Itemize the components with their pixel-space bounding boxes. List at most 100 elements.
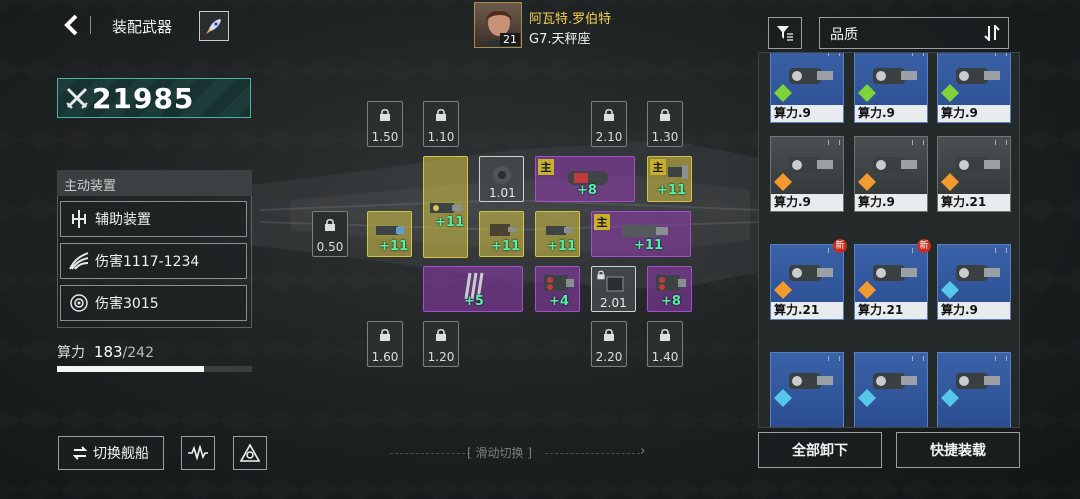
sort-dropdown[interactable]: 品质 <box>819 17 1009 49</box>
inventory-card[interactable]: 算力.9 <box>854 136 928 212</box>
claw-icon <box>67 249 91 273</box>
locked-slot[interactable]: 1.40 <box>647 321 683 367</box>
weapon-slot-yellow[interactable]: +11 <box>479 211 524 257</box>
weapon-slot-yellow-tall[interactable]: +11 <box>423 156 468 258</box>
locked-slot-cost: 2.20 <box>595 350 623 364</box>
weapon-slot-yellow[interactable]: 主 +11 <box>647 156 692 202</box>
bonus-label: +8 <box>577 183 597 198</box>
locked-slot[interactable]: 1.50 <box>367 101 403 147</box>
back-button[interactable] <box>58 12 84 38</box>
blaster-icon <box>546 226 572 235</box>
locked-slot[interactable]: 0.50 <box>312 211 348 257</box>
weapon-slot-purple-wide[interactable]: 主 +11 <box>591 211 691 257</box>
page-title: 装配武器 <box>112 18 173 36</box>
inventory-card[interactable] <box>937 352 1011 427</box>
stat-label: 伤害3015 <box>95 296 159 312</box>
padlock-icon <box>325 218 335 231</box>
gatling-icon <box>668 165 688 179</box>
stat-support-device[interactable]: 辅助装置 <box>60 201 247 237</box>
emblem-button[interactable] <box>233 436 267 470</box>
pilot-avatar[interactable]: 21 <box>474 2 522 48</box>
swipe-line-right <box>545 453 640 454</box>
bonus-label: +11 <box>379 239 408 254</box>
inventory-panel: 算力.9 算力.9 算力.9 算力.9 算力.9 算力.21 算力.21 新算力.21 新算力.… <box>758 52 1020 428</box>
bonus-label: +11 <box>547 239 576 254</box>
bonus-label: +11 <box>491 239 520 254</box>
inventory-card[interactable]: 算力.21 新 <box>770 239 847 320</box>
crossed-swords-icon <box>66 87 88 109</box>
main-tag: 主 <box>594 214 610 230</box>
locked-slot[interactable]: 1.30 <box>647 101 683 147</box>
rarity-gem-icon <box>774 173 792 191</box>
locked-slot[interactable]: 1.20 <box>423 321 459 367</box>
slot-cost: 2.01 <box>600 296 627 310</box>
swipe-line-left <box>390 453 470 454</box>
stat-damage-total[interactable]: 伤害3015 <box>60 285 247 321</box>
inventory-card[interactable]: 算力.21 新 <box>854 239 931 320</box>
weapon-slot-grey[interactable]: 2.01 <box>591 266 636 312</box>
filter-button[interactable] <box>768 17 802 49</box>
rarity-gem-icon <box>941 389 959 407</box>
stat-label: 伤害1117-1234 <box>95 254 200 270</box>
combat-power-value: 21985 <box>92 81 195 115</box>
locked-slot[interactable]: 2.20 <box>591 321 627 367</box>
weapon-slot-purple-wide[interactable]: +5 <box>423 266 523 312</box>
locked-slot[interactable]: 1.10 <box>423 101 459 147</box>
bonus-label: +5 <box>464 294 484 309</box>
padlock-icon <box>436 108 446 121</box>
inventory-card[interactable]: 算力.9 <box>937 53 1011 123</box>
weapon-slot-grey[interactable]: 1.01 <box>479 156 524 202</box>
inventory-card[interactable]: 算力.9 <box>937 244 1011 320</box>
combat-power-box: 21985 <box>57 78 251 118</box>
padlock-icon <box>436 328 446 341</box>
card-compute-label: 算力.9 <box>938 302 1010 319</box>
padlock-icon <box>380 328 390 341</box>
waveform-icon <box>188 445 208 461</box>
stat-label: 辅助装置 <box>95 212 151 228</box>
padlock-icon <box>604 108 614 121</box>
rocket-button[interactable] <box>199 11 229 41</box>
weapon-slot-yellow[interactable]: +11 <box>367 211 412 257</box>
bonus-label: +11 <box>657 183 686 198</box>
compute-max: /242 <box>122 345 154 361</box>
locked-slot[interactable]: 2.10 <box>591 101 627 147</box>
active-device-header: 主动装置 <box>57 170 252 196</box>
unequip-all-button[interactable]: 全部卸下 <box>758 432 882 468</box>
rocket-launcher-icon <box>656 275 686 291</box>
quick-equip-button[interactable]: 快捷装载 <box>896 432 1020 468</box>
weapon-slot-purple[interactable]: +4 <box>535 266 580 312</box>
rarity-gem-icon <box>774 281 792 299</box>
new-badge: 新 <box>833 239 847 253</box>
padlock-icon <box>604 328 614 341</box>
wave-button[interactable] <box>181 436 215 470</box>
triangle-emblem-icon <box>239 443 261 462</box>
rarity-gem-icon <box>941 281 959 299</box>
bonus-label: +11 <box>634 238 663 253</box>
chevron-right-icon[interactable]: › <box>640 443 646 459</box>
locked-slot[interactable]: 1.60 <box>367 321 403 367</box>
stat-damage-range[interactable]: 伤害1117-1234 <box>60 243 247 279</box>
card-compute-label: 算力.9 <box>771 194 843 211</box>
swipe-hint: [ 滑动切换 ] <box>467 446 533 460</box>
inventory-card[interactable]: 算力.9 <box>770 136 844 212</box>
drone-icon <box>67 207 91 231</box>
locked-slot-cost: 1.50 <box>371 130 399 144</box>
switch-ship-button[interactable]: 切换舰船 <box>58 436 164 470</box>
inventory-card[interactable] <box>770 352 844 427</box>
sort-arrows-icon <box>984 25 1000 41</box>
inventory-card[interactable]: 算力.21 <box>937 136 1011 212</box>
weapon-slot-yellow[interactable]: +11 <box>535 211 580 257</box>
inventory-card[interactable]: 算力.9 <box>854 53 928 123</box>
compute-bar <box>57 366 252 372</box>
inventory-card[interactable] <box>854 352 928 427</box>
inventory-card[interactable]: 算力.9 <box>770 53 844 123</box>
main-tag: 主 <box>538 159 554 175</box>
card-compute-label: 算力.9 <box>938 105 1010 122</box>
swap-arrows-icon <box>73 446 87 460</box>
turret-icon <box>493 166 511 184</box>
weapon-slot-purple[interactable]: +8 <box>647 266 692 312</box>
pilot-name: 阿瓦特.罗伯特 <box>529 12 612 27</box>
weapon-slot-purple-wide[interactable]: 主 +8 <box>535 156 635 202</box>
locked-slot-cost: 1.10 <box>427 130 455 144</box>
swipe-label: 滑动切换 <box>475 446 524 460</box>
